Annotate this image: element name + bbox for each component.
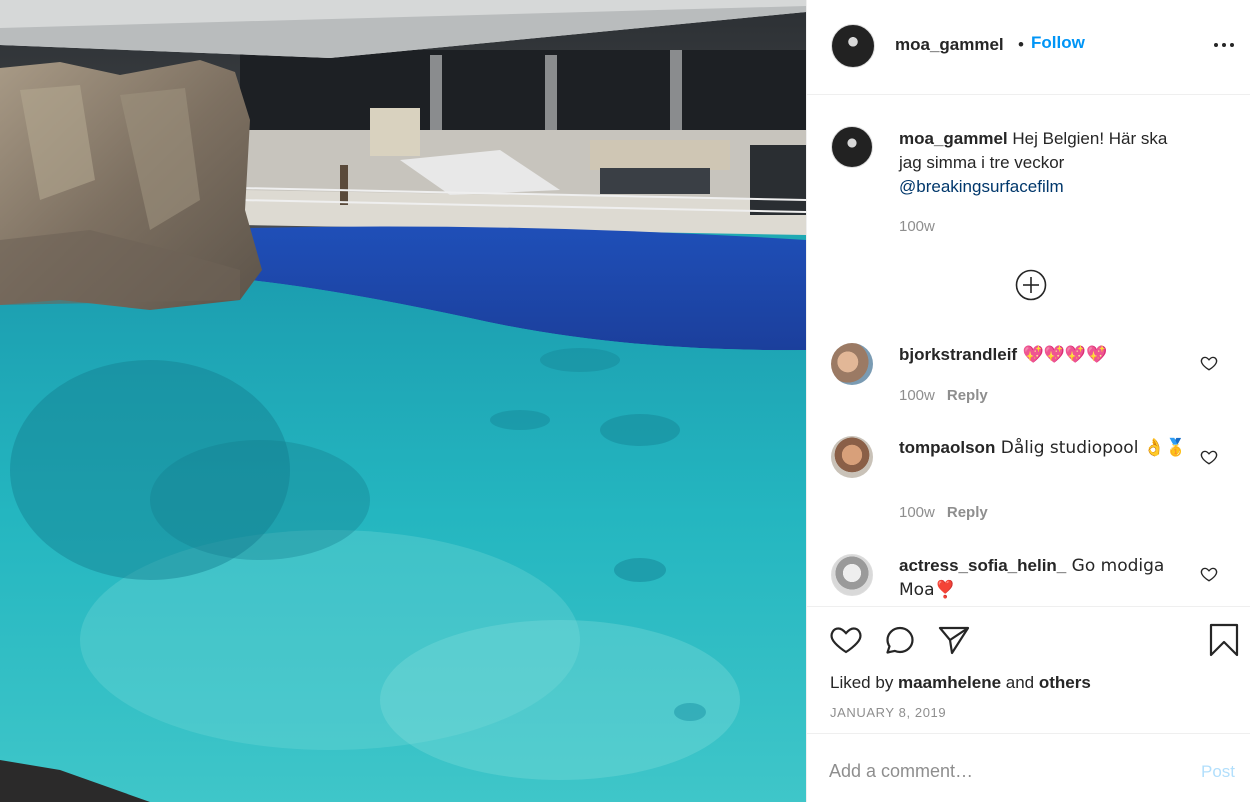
liked-user-link[interactable]: maamhelene: [898, 673, 1001, 692]
post-header: moa_gammel • Follow: [807, 0, 1250, 95]
comment-text: bjorkstrandleif 💖💖💖💖: [899, 343, 1191, 367]
more-options-button[interactable]: [1211, 34, 1237, 56]
comment-heart-icon[interactable]: [1200, 565, 1218, 583]
liked-by-summary: Liked by maamhelene and others: [830, 673, 1091, 693]
comment-heart-icon[interactable]: [1200, 448, 1218, 466]
plus-circle-icon[interactable]: [1015, 269, 1047, 301]
liked-prefix: Liked by: [830, 673, 899, 692]
comment-meta: 100w Reply: [899, 504, 988, 521]
pool-photo-illustration: [0, 0, 806, 802]
post-photo[interactable]: [0, 0, 806, 802]
post-date[interactable]: JANUARY 8, 2019: [830, 705, 946, 720]
comment-input[interactable]: [829, 758, 1169, 784]
post-comment-button[interactable]: Post: [1201, 762, 1235, 782]
ellipsis-icon: [1214, 43, 1218, 47]
add-comment-bar: Post: [807, 733, 1250, 802]
comment-timestamp[interactable]: 100w: [899, 504, 935, 521]
comment-username[interactable]: bjorkstrandleif: [899, 345, 1017, 364]
comment-bubble-icon[interactable]: [883, 623, 917, 657]
caption-age: 100w: [899, 218, 935, 235]
comment-meta: 100w Reply: [899, 387, 988, 404]
caption-timestamp[interactable]: 100w: [899, 218, 935, 235]
owner-avatar[interactable]: [831, 24, 875, 68]
comment-username[interactable]: tompaolson: [899, 438, 995, 457]
comment-username[interactable]: actress_sofia_helin_: [899, 556, 1066, 575]
liked-and: and: [1001, 673, 1039, 692]
comment-body: Dålig studiopool 👌🥇: [995, 438, 1187, 458]
paper-plane-icon[interactable]: [937, 623, 971, 657]
comment-timestamp[interactable]: 100w: [899, 387, 935, 404]
comment-avatar[interactable]: [831, 343, 873, 385]
caption-text: moa_gammel Hej Belgien! Här ska jag simm…: [899, 127, 1191, 199]
reply-button[interactable]: Reply: [947, 387, 988, 404]
ellipsis-icon: [1222, 43, 1226, 47]
ellipsis-icon: [1230, 43, 1234, 47]
comment-body: 💖💖💖💖: [1017, 345, 1108, 365]
comment-text: actress_sofia_helin_ Go modiga Moa❣️: [899, 554, 1191, 602]
bookmark-icon[interactable]: [1207, 623, 1241, 657]
post-actions: Liked by maamhelene and others JANUARY 8…: [807, 606, 1250, 732]
reply-button[interactable]: Reply: [947, 504, 988, 521]
caption-mention-link[interactable]: @breakingsurfacefilm: [899, 177, 1064, 196]
heart-icon[interactable]: [829, 623, 863, 657]
post-sidebar: moa_gammel • Follow moa_gammel Hej Belgi…: [806, 0, 1250, 802]
comments-list[interactable]: moa_gammel Hej Belgien! Här ska jag simm…: [807, 96, 1250, 606]
header-separator: •: [1018, 35, 1024, 54]
comment-avatar[interactable]: [831, 436, 873, 478]
comment-avatar[interactable]: [831, 554, 873, 596]
comment-text: tompaolson Dålig studiopool 👌🥇: [899, 436, 1191, 460]
liked-others-link[interactable]: others: [1039, 673, 1091, 692]
comment-heart-icon[interactable]: [1200, 354, 1218, 372]
caption-avatar[interactable]: [831, 126, 873, 168]
caption-username[interactable]: moa_gammel: [899, 129, 1008, 148]
follow-button[interactable]: Follow: [1031, 33, 1085, 53]
owner-username[interactable]: moa_gammel: [895, 35, 1004, 55]
